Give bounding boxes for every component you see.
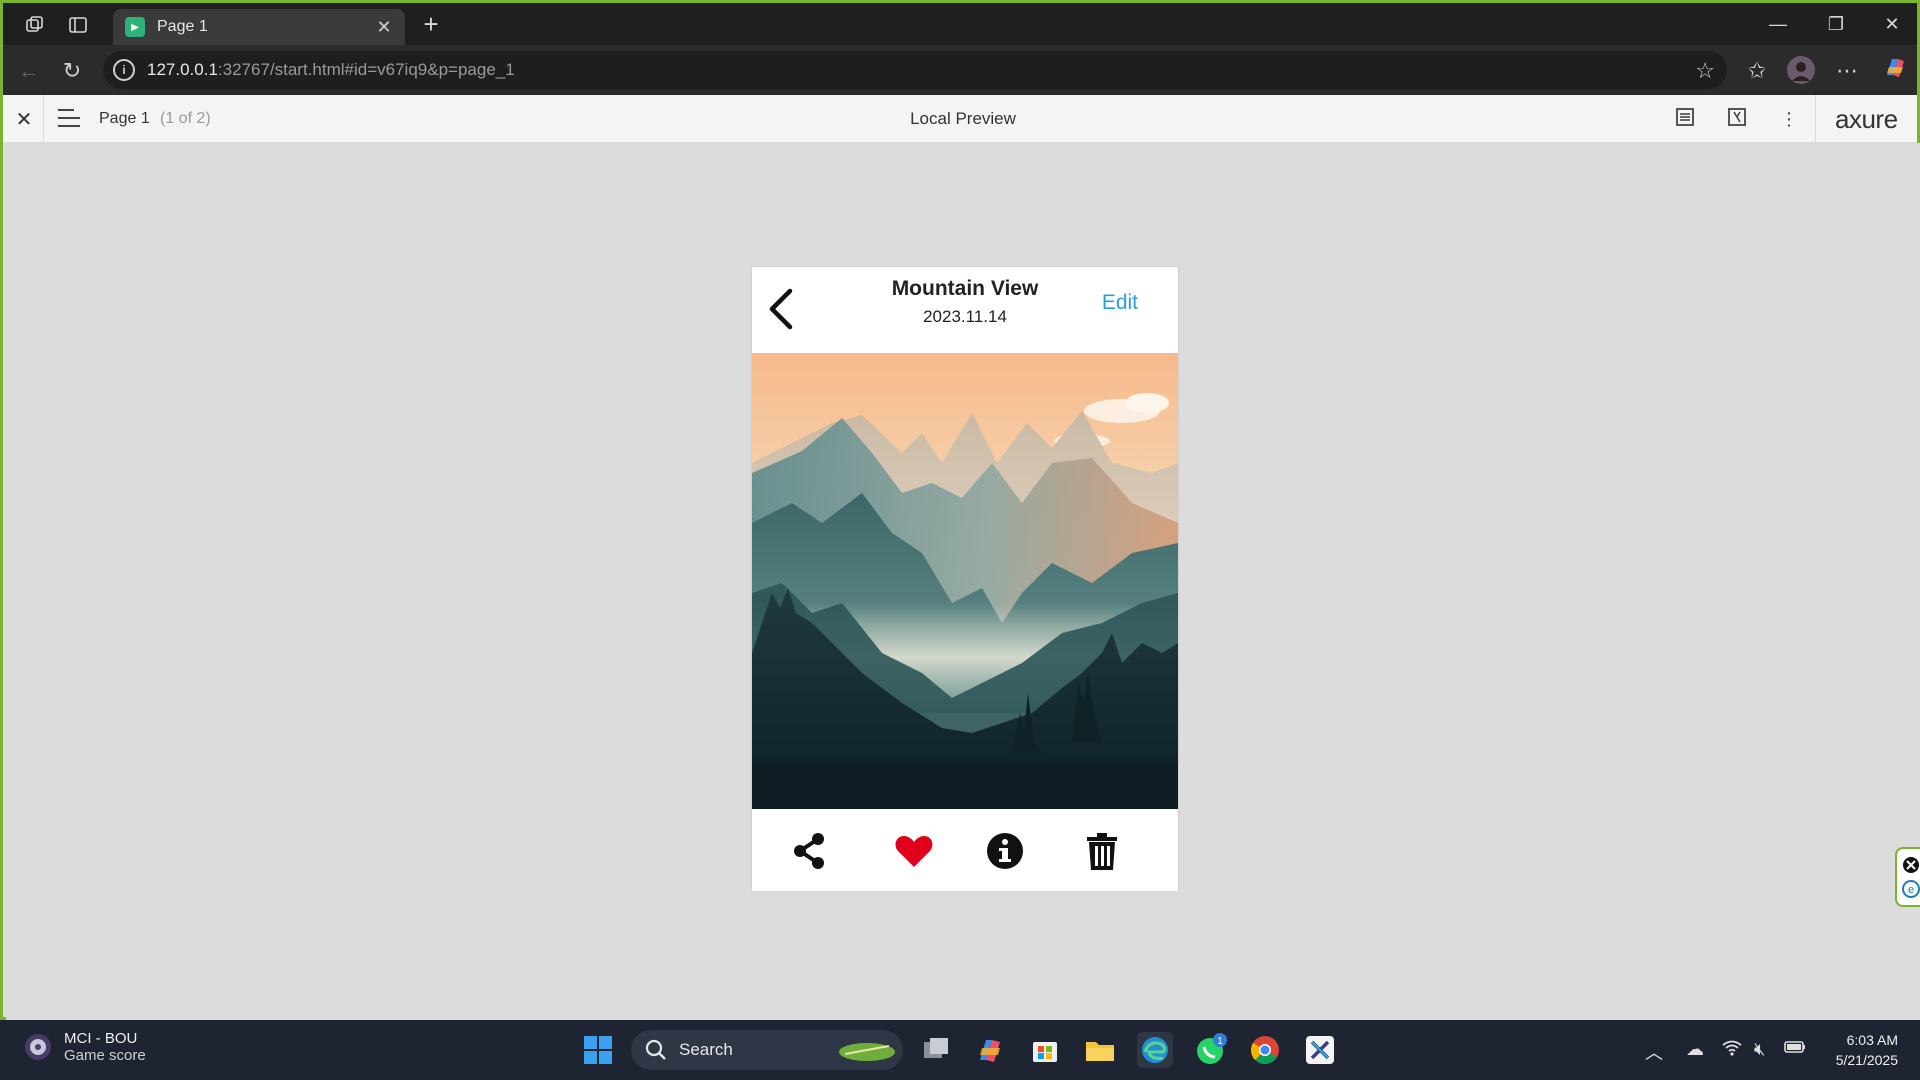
file-explorer-icon[interactable]: [1082, 1032, 1118, 1068]
url-path: :32767/start.html#id=v67iq9&p=page_1: [217, 60, 515, 79]
search-icon: [645, 1039, 666, 1060]
store-icon[interactable]: [1027, 1032, 1063, 1068]
preview-canvas: Mountain View 2023.11.14 Edit e: [6, 143, 1920, 1020]
mobile-screen: Mountain View 2023.11.14 Edit: [751, 266, 1179, 891]
battery-icon[interactable]: [1784, 1039, 1806, 1060]
share-icon[interactable]: [788, 829, 832, 873]
whatsapp-badge: 1: [1217, 1036, 1223, 1047]
close-tab-icon[interactable]: ✕: [371, 17, 397, 38]
restore-icon[interactable]: ❐: [1813, 9, 1859, 39]
clock-date: 5/21/2025: [1835, 1052, 1898, 1068]
whatsapp-icon[interactable]: 1: [1192, 1032, 1228, 1068]
axure-toolbar: ✕ Page 1 (1 of 2) Local Preview ⋮ axure: [3, 95, 1917, 143]
url-text[interactable]: 127.0.0.1:32767/start.html#id=v67iq9&p=p…: [147, 60, 515, 80]
edit-button[interactable]: Edit: [1102, 291, 1138, 315]
tab-actions-icon[interactable]: [64, 11, 92, 39]
divider: [1815, 95, 1816, 143]
preview-title: Local Preview: [910, 109, 1016, 128]
axure-app-icon[interactable]: [1302, 1032, 1338, 1068]
football-icon: [25, 1034, 51, 1060]
match-subtitle: Game score: [64, 1047, 146, 1064]
photo-action-bar: [752, 809, 1178, 891]
more-options-icon[interactable]: ⋯: [1831, 55, 1863, 87]
refresh-icon[interactable]: ↻: [56, 55, 88, 87]
copilot-icon[interactable]: [1879, 55, 1911, 87]
search-label: Search: [679, 1040, 733, 1059]
notes-icon[interactable]: [1673, 107, 1697, 131]
axure-favicon-icon: ▶: [125, 17, 145, 37]
wifi-icon[interactable]: [1722, 1039, 1742, 1062]
chrome-icon[interactable]: [1247, 1032, 1283, 1068]
favorite-star-icon[interactable]: ☆: [1695, 58, 1715, 84]
search-highlight-icon: [839, 1043, 895, 1061]
side-widget[interactable]: e: [1895, 847, 1920, 907]
edge-icon[interactable]: [1137, 1032, 1173, 1068]
tab-title: Page 1: [157, 18, 208, 35]
active-tab[interactable]: ▶ Page 1 ✕: [113, 9, 405, 45]
taskbar-search[interactable]: Search: [631, 1030, 903, 1070]
favorites-icon[interactable]: ✩: [1741, 55, 1773, 87]
mountain-photo: [752, 353, 1178, 809]
close-window-icon[interactable]: ✕: [1869, 9, 1915, 39]
profile-avatar[interactable]: [1785, 55, 1817, 87]
svg-text:e: e: [1908, 884, 1914, 896]
url-host: 127.0.0.1: [147, 60, 218, 79]
news-widget[interactable]: MCI - BOU Game score: [22, 1030, 146, 1064]
info-icon[interactable]: [983, 829, 1027, 873]
axure-logo: axure: [1835, 104, 1898, 134]
site-info-icon[interactable]: i: [113, 59, 135, 81]
heart-icon[interactable]: [892, 829, 936, 873]
match-title: MCI - BOU: [64, 1030, 138, 1047]
tab-bar: ▶ Page 1 ✕ + — ❐ ✕: [3, 3, 1917, 45]
minimize-icon[interactable]: —: [1755, 9, 1801, 39]
more-vertical-icon[interactable]: ⋮: [1777, 107, 1801, 131]
back-icon[interactable]: ←: [13, 55, 45, 87]
photo-header: Mountain View 2023.11.14 Edit: [752, 267, 1178, 353]
address-bar[interactable]: i 127.0.0.1:32767/start.html#id=v67iq9&p…: [103, 51, 1727, 89]
navigation-bar: ← ↻ i 127.0.0.1:32767/start.html#id=v67i…: [3, 45, 1917, 95]
taskbar: MCI - BOU Game score Search 1 ︿ ☁ 🔇︎ 6:0…: [0, 1020, 1920, 1080]
onedrive-icon[interactable]: ☁: [1686, 1039, 1704, 1060]
trash-icon[interactable]: [1080, 829, 1124, 873]
system-clock[interactable]: 6:03 AM 5/21/2025: [1836, 1030, 1898, 1070]
workspaces-icon[interactable]: [21, 11, 49, 39]
volume-muted-icon[interactable]: 🔇︎: [1754, 1039, 1765, 1060]
clock-time: 6:03 AM: [1846, 1032, 1898, 1048]
task-view-icon[interactable]: [918, 1032, 954, 1068]
start-icon[interactable]: [580, 1032, 616, 1068]
browser-window: ▶ Page 1 ✕ + — ❐ ✕ ← ↻ i 127.0.0.1:32767…: [0, 0, 1920, 1020]
show-hidden-icons-icon[interactable]: ︿: [1645, 1039, 1663, 1065]
inspect-icon[interactable]: [1725, 107, 1749, 131]
new-tab-icon[interactable]: +: [415, 9, 447, 41]
copilot-taskbar-icon[interactable]: [972, 1032, 1008, 1068]
